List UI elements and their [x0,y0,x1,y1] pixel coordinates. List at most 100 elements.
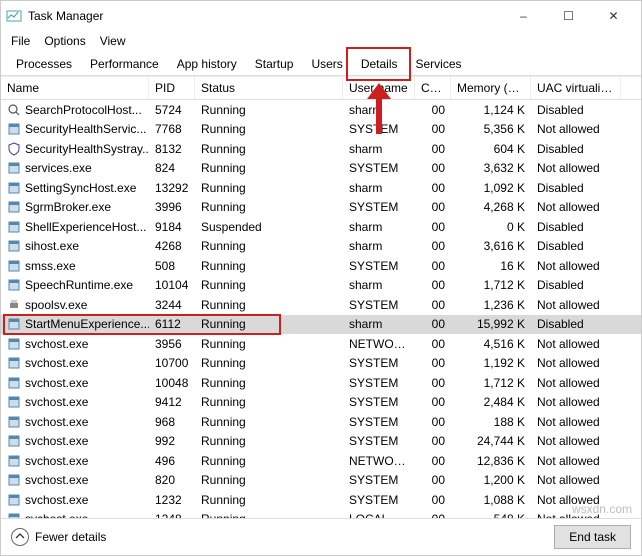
process-name: SecurityHealthServic... [25,122,146,136]
process-icon [7,103,21,117]
process-icon [7,415,21,429]
close-button[interactable]: ✕ [591,2,636,30]
tab-users[interactable]: Users [302,53,351,75]
process-list[interactable]: SearchProtocolHost...5724Runningsharm001… [1,100,641,518]
table-row[interactable]: SettingSyncHost.exe13292Runningsharm001,… [1,178,641,198]
process-icon [7,220,21,234]
table-row[interactable]: svchost.exe3956RunningNETWORK ...004,516… [1,334,641,354]
process-icon [7,161,21,175]
process-status: Suspended [195,220,343,234]
menu-file[interactable]: File [11,34,30,48]
table-row[interactable]: SearchProtocolHost...5724Runningsharm001… [1,100,641,120]
table-row[interactable]: svchost.exe9412RunningSYSTEM002,484 KNot… [1,393,641,413]
process-uac: Not allowed [531,337,621,351]
col-name[interactable]: Name [1,77,149,99]
col-uac[interactable]: UAC virtualizati... [531,77,621,99]
process-user: SYSTEM [343,122,415,136]
process-pid: 820 [149,473,195,487]
process-name: services.exe [25,161,92,175]
titlebar[interactable]: Task Manager – ☐ ✕ [1,1,641,31]
process-status: Running [195,161,343,175]
col-cpu[interactable]: CPU [415,77,451,99]
tab-app-history[interactable]: App history [168,53,246,75]
process-status: Running [195,103,343,117]
process-name: SettingSyncHost.exe [25,181,136,195]
process-memory: 3,616 K [451,239,531,253]
table-row[interactable]: svchost.exe820RunningSYSTEM001,200 KNot … [1,471,641,491]
process-pid: 824 [149,161,195,175]
process-uac: Not allowed [531,259,621,273]
process-cpu: 00 [415,220,451,234]
menu-view[interactable]: View [100,34,126,48]
process-user: sharm [343,239,415,253]
table-row[interactable]: services.exe824RunningSYSTEM003,632 KNot… [1,159,641,179]
process-name: spoolsv.exe [25,298,87,312]
process-pid: 9184 [149,220,195,234]
process-cpu: 00 [415,200,451,214]
col-memory[interactable]: Memory (ac... [451,77,531,99]
table-row[interactable]: sihost.exe4268Runningsharm003,616 KDisab… [1,237,641,257]
process-cpu: 00 [415,493,451,507]
process-memory: 12,836 K [451,454,531,468]
tab-performance[interactable]: Performance [81,53,168,75]
process-icon [7,337,21,351]
table-row[interactable]: svchost.exe1232RunningSYSTEM001,088 KNot… [1,490,641,510]
menu-options[interactable]: Options [44,34,85,48]
process-uac: Not allowed [531,395,621,409]
footer: Fewer details End task [1,518,641,555]
process-name: ShellExperienceHost... [25,220,146,234]
process-user: SYSTEM [343,473,415,487]
process-icon [7,278,21,292]
end-task-button[interactable]: End task [554,525,631,549]
process-memory: 1,192 K [451,356,531,370]
process-memory: 1,092 K [451,181,531,195]
process-cpu: 00 [415,103,451,117]
process-user: NETWORK ... [343,337,415,351]
tab-details[interactable]: Details [352,53,407,75]
process-pid: 508 [149,259,195,273]
table-row[interactable]: svchost.exe10700RunningSYSTEM001,192 KNo… [1,354,641,374]
process-status: Running [195,493,343,507]
table-row[interactable]: spoolsv.exe3244RunningSYSTEM001,236 KNot… [1,295,641,315]
process-status: Running [195,298,343,312]
table-row[interactable]: svchost.exe496RunningNETWORK ...0012,836… [1,451,641,471]
table-row[interactable]: SecurityHealthServic...7768RunningSYSTEM… [1,120,641,140]
table-row[interactable]: svchost.exe968RunningSYSTEM00188 KNot al… [1,412,641,432]
process-cpu: 00 [415,376,451,390]
tab-processes[interactable]: Processes [7,53,81,75]
process-user: sharm [343,220,415,234]
col-user[interactable]: User name [343,77,415,99]
process-pid: 9412 [149,395,195,409]
process-name: SearchProtocolHost... [25,103,142,117]
table-row[interactable]: ShellExperienceHost...9184Suspendedsharm… [1,217,641,237]
process-icon [7,356,21,370]
col-pid[interactable]: PID [149,77,195,99]
process-uac: Not allowed [531,161,621,175]
process-name: sihost.exe [25,239,79,253]
process-user: sharm [343,317,415,331]
process-icon [7,434,21,448]
table-row[interactable]: SgrmBroker.exe3996RunningSYSTEM004,268 K… [1,198,641,218]
table-row[interactable]: StartMenuExperience...6112Runningsharm00… [1,315,641,335]
tab-services[interactable]: Services [407,53,471,75]
process-cpu: 00 [415,278,451,292]
col-status[interactable]: Status [195,77,343,99]
maximize-button[interactable]: ☐ [546,2,591,30]
process-uac: Not allowed [531,356,621,370]
tab-startup[interactable]: Startup [246,53,303,75]
process-memory: 604 K [451,142,531,156]
table-row[interactable]: smss.exe508RunningSYSTEM0016 KNot allowe… [1,256,641,276]
process-uac: Not allowed [531,298,621,312]
process-uac: Disabled [531,103,621,117]
process-user: SYSTEM [343,434,415,448]
table-row[interactable]: svchost.exe1248RunningLOCAL SER...00548 … [1,510,641,519]
table-row[interactable]: svchost.exe992RunningSYSTEM0024,744 KNot… [1,432,641,452]
table-row[interactable]: SecurityHealthSystray...8132Runningsharm… [1,139,641,159]
process-pid: 5724 [149,103,195,117]
minimize-button[interactable]: – [501,2,546,30]
fewer-details-button[interactable]: Fewer details [11,528,106,546]
table-row[interactable]: svchost.exe10048RunningSYSTEM001,712 KNo… [1,373,641,393]
process-user: SYSTEM [343,493,415,507]
table-row[interactable]: SpeechRuntime.exe10104Runningsharm001,71… [1,276,641,296]
process-uac: Not allowed [531,122,621,136]
